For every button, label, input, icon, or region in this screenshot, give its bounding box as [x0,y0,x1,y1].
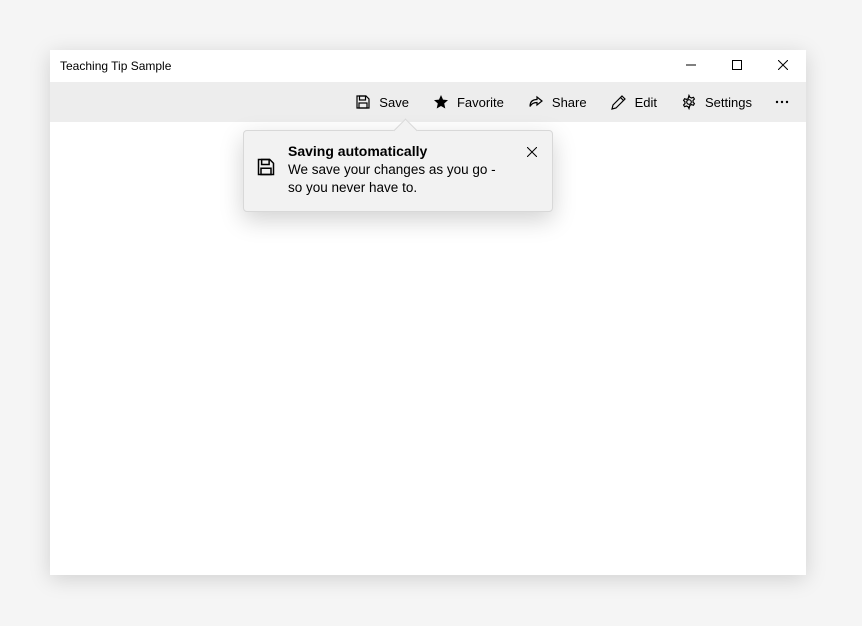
settings-button[interactable]: Settings [669,84,764,120]
edit-label: Edit [635,95,657,110]
save-icon [355,94,371,110]
favorite-label: Favorite [457,95,504,110]
toolbar: Save Favorite Share [50,82,806,122]
window-title: Teaching Tip Sample [60,59,171,73]
save-label: Save [379,95,409,110]
more-icon [774,94,790,110]
share-button[interactable]: Share [516,84,599,120]
window-controls [668,50,806,82]
minimize-icon [686,57,696,75]
favorite-button[interactable]: Favorite [421,84,516,120]
edit-button[interactable]: Edit [599,84,669,120]
share-label: Share [552,95,587,110]
content-area: Saving automatically We save your change… [50,122,806,575]
minimize-button[interactable] [668,50,714,82]
star-icon [433,94,449,110]
teaching-tip-title: Saving automatically [288,143,512,159]
teaching-tip-body: We save your changes as you go - so you … [288,161,512,197]
maximize-button[interactable] [714,50,760,82]
save-icon [256,157,276,177]
teaching-tip-close-button[interactable] [524,145,540,161]
application-window: Teaching Tip Sample [50,50,806,575]
gear-icon [681,94,697,110]
share-icon [528,94,544,110]
close-icon [778,57,788,75]
more-button[interactable] [764,84,800,120]
close-button[interactable] [760,50,806,82]
save-button[interactable]: Save [343,84,421,120]
maximize-icon [732,57,742,75]
teaching-tip: Saving automatically We save your change… [243,130,553,212]
titlebar: Teaching Tip Sample [50,50,806,82]
teaching-tip-content: Saving automatically We save your change… [288,143,512,197]
pencil-icon [611,94,627,110]
settings-label: Settings [705,95,752,110]
close-icon [527,144,537,162]
